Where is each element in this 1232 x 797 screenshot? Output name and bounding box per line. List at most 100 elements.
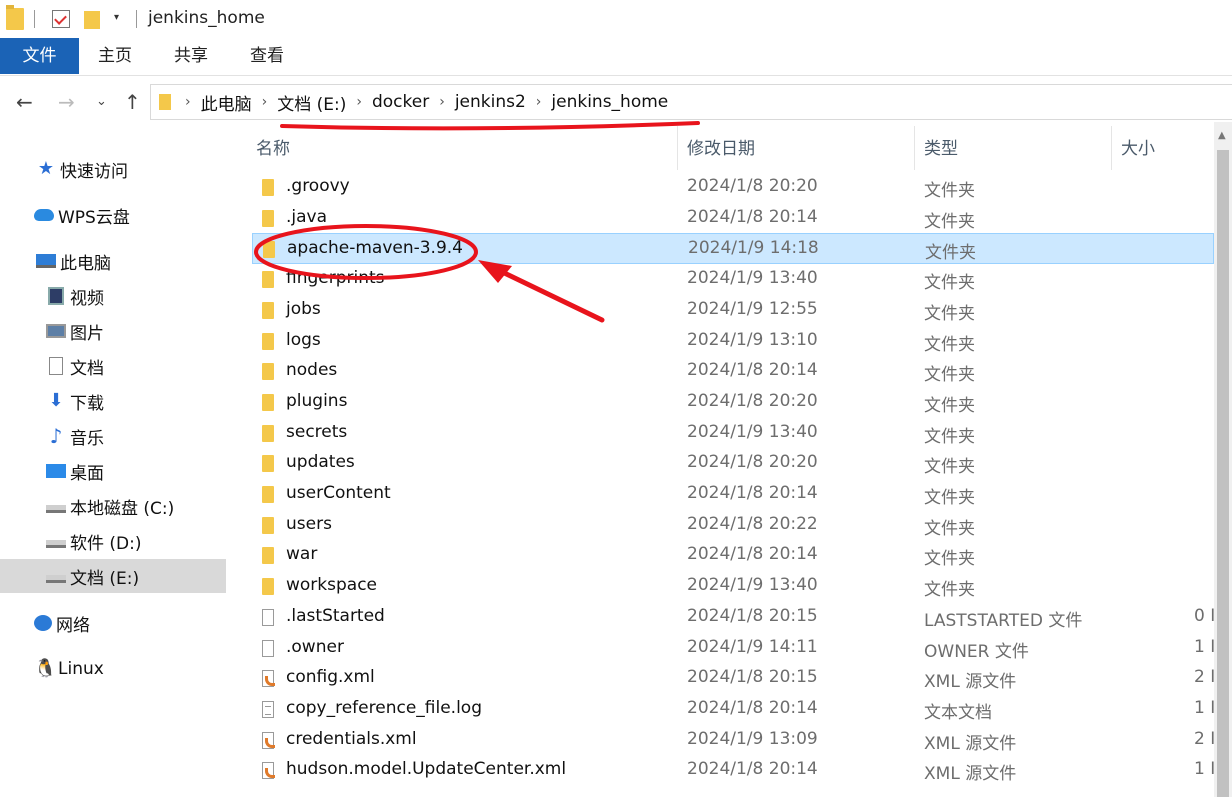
sidebar-item-drive-c[interactable]: 本地磁盘 (C:) xyxy=(0,489,226,523)
file-date: 2024/1/8 20:14 xyxy=(687,206,818,227)
sidebar-item-downloads[interactable]: ⬇ 下载 xyxy=(0,384,226,418)
table-row[interactable]: .groovy 2024/1/8 20:20 文件夹 xyxy=(252,172,1214,203)
column-divider[interactable] xyxy=(677,126,678,170)
table-row[interactable]: copy_reference_file.log 2024/1/8 20:14 文本文… xyxy=(252,694,1214,725)
file-name: hudson.model.UpdateCenter.xml xyxy=(286,759,567,780)
folder-icon xyxy=(262,179,274,196)
table-row[interactable]: config.xml 2024/1/8 20:15 XML 源文件 2 I xyxy=(252,663,1214,694)
table-row[interactable]: fingerprints 2024/1/9 13:40 文件夹 xyxy=(252,264,1214,295)
column-divider[interactable] xyxy=(914,126,915,170)
sidebar-item-quick-access[interactable]: ★ 快速访问 xyxy=(0,152,226,186)
table-row[interactable]: updates 2024/1/8 20:20 文件夹 xyxy=(252,448,1214,479)
vertical-scrollbar[interactable]: ▲ xyxy=(1214,122,1232,797)
breadcrumb-documents-e[interactable]: 文档 (E:) xyxy=(277,90,346,115)
file-name: users xyxy=(286,513,332,534)
file-name: userContent xyxy=(286,483,391,503)
sidebar-item-drive-e[interactable]: 文档 (E:) xyxy=(0,559,226,593)
table-row[interactable]: jobs 2024/1/9 12:55 文件夹 xyxy=(252,295,1214,326)
sidebar-item-music[interactable]: ♪ 音乐 xyxy=(0,419,226,453)
chevron-right-icon[interactable]: › xyxy=(262,94,268,110)
sidebar-item-linux[interactable]: 🐧 Linux xyxy=(0,652,226,686)
table-row[interactable]: .owner 2024/1/9 14:11 OWNER 文件 1 I xyxy=(252,633,1214,664)
table-row[interactable]: plugins 2024/1/8 20:20 文件夹 xyxy=(252,387,1214,418)
breadcrumb-jenkins2[interactable]: jenkins2 xyxy=(455,92,526,112)
scrollbar-thumb[interactable] xyxy=(1217,150,1229,797)
properties-icon[interactable] xyxy=(52,10,70,28)
column-divider[interactable] xyxy=(1111,126,1112,170)
file-type: OWNER 文件 xyxy=(924,641,1029,662)
breadcrumb-jenkins-home[interactable]: jenkins_home xyxy=(551,92,668,112)
table-row[interactable]: users 2024/1/8 20:22 文件夹 xyxy=(252,510,1214,541)
table-row[interactable]: secrets 2024/1/9 13:40 文件夹 xyxy=(252,418,1214,449)
back-arrow-icon[interactable]: ← xyxy=(16,90,33,114)
chevron-right-icon[interactable]: › xyxy=(185,94,191,110)
table-row[interactable]: .java 2024/1/8 20:14 文件夹 xyxy=(252,203,1214,234)
folder-icon xyxy=(262,301,274,319)
sidebar-item-label: WPS云盘 xyxy=(58,207,130,228)
table-row[interactable]: .lastStarted 2024/1/8 20:15 LASTSTARTED 文件… xyxy=(252,602,1214,633)
sidebar-item-label: 音乐 xyxy=(70,428,104,449)
file-type: LASTSTARTED 文件 xyxy=(924,610,1083,631)
file-date: 2024/1/8 20:15 xyxy=(687,605,818,626)
file-name: fingerprints xyxy=(286,268,385,289)
chevron-right-icon[interactable]: › xyxy=(536,94,542,110)
file-type: 文本文档 xyxy=(924,702,992,723)
navigation-pane: ★ 快速访问 WPS云盘 此电脑 视频 图片 文档 ⬇ 下载 ♪ 音乐 桌面 本… xyxy=(0,122,228,797)
tab-file[interactable]: 文件 xyxy=(0,38,79,74)
chevron-right-icon[interactable]: › xyxy=(439,94,445,110)
column-header-date[interactable]: 修改日期 xyxy=(687,134,755,159)
table-row[interactable]: logs 2024/1/9 13:10 文件夹 xyxy=(252,326,1214,357)
address-bar[interactable]: › 此电脑 › 文档 (E:) › docker › jenkins2 › je… xyxy=(150,84,1232,120)
table-row[interactable]: workspace 2024/1/9 13:40 文件夹 xyxy=(252,571,1214,602)
file-size: 2 I xyxy=(1194,667,1214,688)
tab-view[interactable]: 查看 xyxy=(232,38,302,74)
xml-file-icon xyxy=(262,670,275,688)
recent-locations-chevron-icon[interactable]: ⌄ xyxy=(96,94,107,109)
quick-access-dropdown-icon[interactable]: ▾ xyxy=(114,12,119,23)
file-size: 0 I xyxy=(1194,605,1214,626)
table-row[interactable]: apache-maven-3.9.4 2024/1/9 14:18 文件夹 xyxy=(252,233,1214,265)
table-row[interactable]: userContent 2024/1/8 20:14 文件夹 xyxy=(252,479,1214,510)
table-row[interactable]: hudson.model.UpdateCenter.xml 2024/1/8 20… xyxy=(252,755,1214,786)
text-file-icon xyxy=(262,700,274,718)
breadcrumb-docker[interactable]: docker xyxy=(372,92,429,112)
file-type: 文件夹 xyxy=(924,273,975,294)
sidebar-item-videos[interactable]: 视频 xyxy=(0,279,226,313)
file-size: 2 I xyxy=(1194,728,1214,749)
file-date: 2024/1/8 20:14 xyxy=(687,697,818,718)
tab-home[interactable]: 主页 xyxy=(80,38,150,74)
sidebar-item-desktop[interactable]: 桌面 xyxy=(0,454,226,488)
sidebar-item-drive-d[interactable]: 软件 (D:) xyxy=(0,524,226,558)
separator xyxy=(34,10,35,28)
file-date: 2024/1/8 20:22 xyxy=(687,513,818,534)
table-row[interactable]: war 2024/1/8 20:14 文件夹 xyxy=(252,540,1214,571)
file-name: credentials.xml xyxy=(286,728,417,749)
tab-share[interactable]: 共享 xyxy=(156,38,226,74)
chevron-right-icon[interactable]: › xyxy=(356,94,362,110)
sidebar-item-network[interactable]: 网络 xyxy=(0,606,226,640)
file-name: nodes xyxy=(286,360,338,381)
sidebar-item-documents[interactable]: 文档 xyxy=(0,349,226,383)
column-header-name[interactable]: 名称 xyxy=(256,134,290,159)
sidebar-item-wps-cloud[interactable]: WPS云盘 xyxy=(0,198,226,232)
scroll-up-arrow-icon[interactable]: ▲ xyxy=(1218,130,1226,141)
documents-icon xyxy=(49,357,63,375)
file-date: 2024/1/8 20:14 xyxy=(687,759,818,780)
column-header-size[interactable]: 大小 xyxy=(1121,134,1155,159)
sidebar-item-label: 视频 xyxy=(70,288,104,309)
file-type: 文件夹 xyxy=(924,395,975,416)
new-folder-icon[interactable] xyxy=(84,11,100,29)
sidebar-item-this-pc[interactable]: 此电脑 xyxy=(0,244,226,278)
breadcrumb-this-pc[interactable]: 此电脑 xyxy=(201,90,252,115)
table-row[interactable]: nodes 2024/1/8 20:14 文件夹 xyxy=(252,356,1214,387)
title-bar: ▾ jenkins_home xyxy=(0,0,1232,38)
forward-arrow-icon[interactable]: → xyxy=(58,90,75,114)
up-arrow-icon[interactable]: ↑ xyxy=(124,90,141,114)
table-row[interactable]: credentials.xml 2024/1/9 13:09 XML 源文件 2 I xyxy=(252,725,1214,756)
file-date: 2024/1/9 13:09 xyxy=(687,728,818,749)
pictures-icon xyxy=(46,324,66,338)
column-header-type[interactable]: 类型 xyxy=(924,134,958,159)
sidebar-item-pictures[interactable]: 图片 xyxy=(0,314,226,348)
file-type: 文件夹 xyxy=(924,303,975,324)
file-name: updates xyxy=(286,452,355,473)
